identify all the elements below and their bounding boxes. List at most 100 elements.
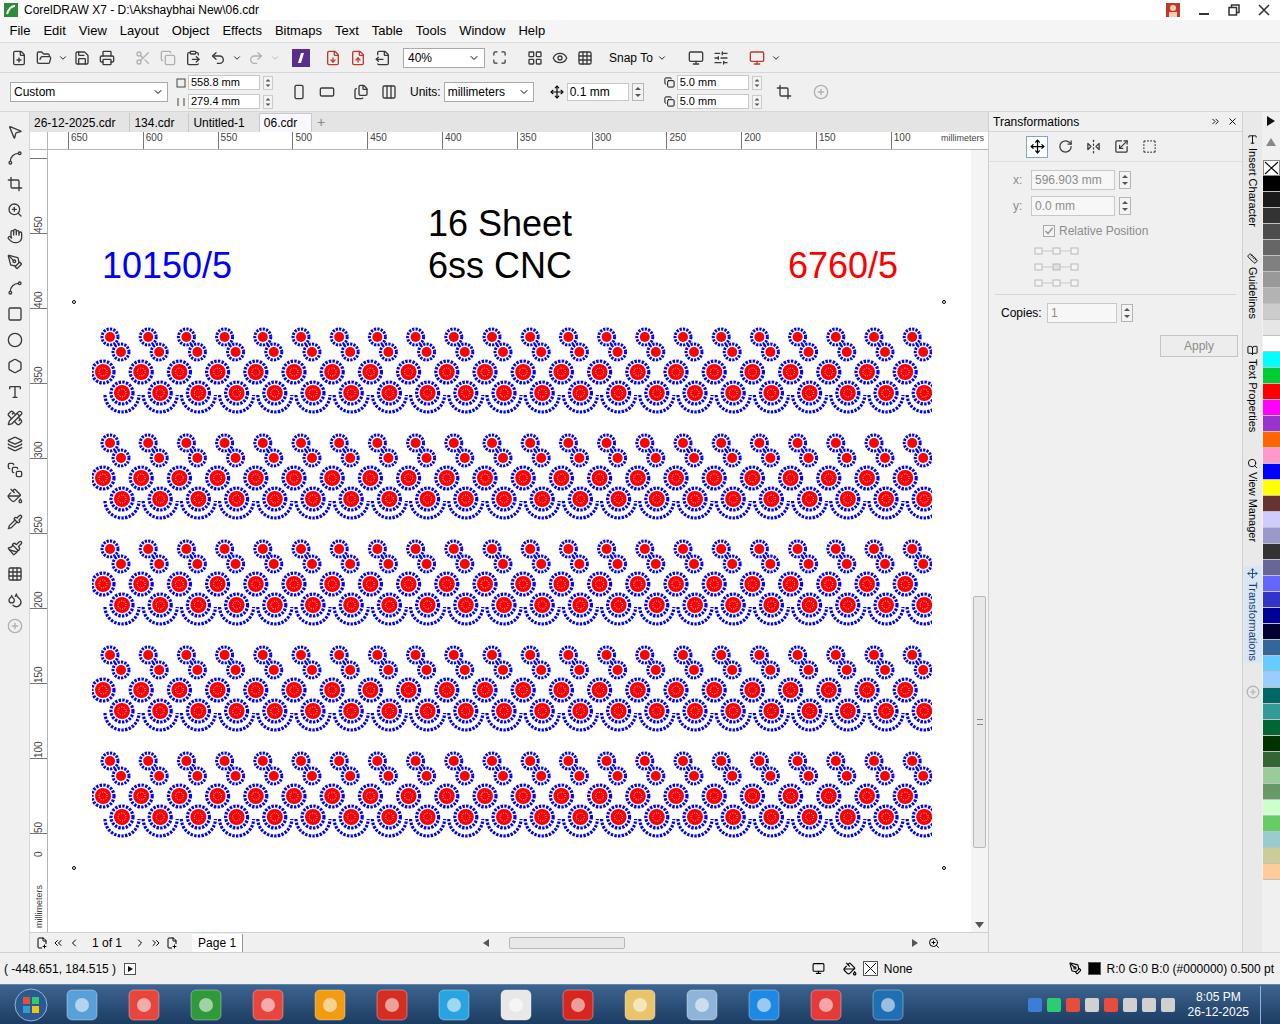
text-properties-icon[interactable] <box>1247 345 1258 356</box>
units-select[interactable]: millimeters <box>444 82 534 102</box>
scroll-right-icon[interactable] <box>912 939 918 947</box>
color-swatch[interactable] <box>1263 512 1280 528</box>
color-swatch[interactable] <box>1263 768 1280 784</box>
menu-item[interactable]: Help <box>512 22 552 40</box>
import-icon[interactable] <box>325 50 341 66</box>
color-swatch[interactable] <box>1263 864 1280 880</box>
status-menu-icon[interactable] <box>124 963 136 975</box>
checkbox-icon[interactable] <box>1043 225 1055 237</box>
current-page-icon[interactable] <box>381 84 397 100</box>
spinner-icon[interactable] <box>752 94 762 108</box>
dot-pattern-strip[interactable] <box>92 327 932 415</box>
docker-tab[interactable]: Text Properties <box>1244 343 1262 434</box>
publish-pdf-icon[interactable] <box>375 50 391 66</box>
color-swatch[interactable] <box>1263 736 1280 752</box>
color-swatch[interactable] <box>1263 400 1280 416</box>
color-swatch[interactable] <box>1263 496 1280 512</box>
crop-tool-icon[interactable] <box>7 176 23 192</box>
page-tab[interactable]: Page 1 <box>192 934 243 952</box>
save-icon[interactable] <box>74 50 90 66</box>
search-content-icon[interactable] <box>292 49 310 67</box>
user-icon[interactable] <box>1166 3 1180 17</box>
pan-tool-icon[interactable] <box>7 228 23 244</box>
artistic-media-icon[interactable] <box>7 280 23 296</box>
document-tab[interactable]: 26-12-2025.cdr <box>30 113 130 132</box>
interactive-fill-icon[interactable] <box>7 540 23 556</box>
menu-item[interactable]: Tools <box>409 22 452 40</box>
new-document-icon[interactable] <box>11 50 27 66</box>
menu-item[interactable]: Edit <box>37 22 72 40</box>
document-tab[interactable]: 134.cdr <box>130 113 189 132</box>
redo-list-icon[interactable] <box>270 53 280 63</box>
dimension-tool-icon[interactable] <box>7 410 23 426</box>
size-mode-icon[interactable] <box>1114 139 1129 154</box>
guidelines-icon[interactable] <box>1247 253 1258 264</box>
coreldraw-app-icon[interactable] <box>190 989 222 1021</box>
color-swatch[interactable] <box>1263 432 1280 448</box>
page-preset-select[interactable]: Custom <box>10 82 168 102</box>
cut-icon[interactable] <box>135 50 151 66</box>
color-swatch[interactable] <box>1263 576 1280 592</box>
color-swatch[interactable] <box>1263 544 1280 560</box>
full-screen-preview-icon[interactable] <box>527 50 543 66</box>
tray-icon[interactable] <box>1028 998 1042 1012</box>
collapse-docker-icon[interactable] <box>1210 116 1221 127</box>
snap-to-button[interactable]: Snap To <box>605 47 671 69</box>
menu-item[interactable]: Bitmaps <box>268 22 328 40</box>
x-field[interactable]: 596.903 mm <box>1031 170 1115 190</box>
docker-tab[interactable]: Transformations <box>1244 566 1262 663</box>
pattern-group[interactable] <box>92 327 971 839</box>
nudge-field[interactable]: 0.1 mm <box>567 83 629 101</box>
shape-tool-icon[interactable] <box>7 150 23 166</box>
color-swatch[interactable] <box>1263 608 1280 624</box>
spinner-icon[interactable] <box>263 75 273 89</box>
open-icon[interactable] <box>36 50 52 66</box>
menu-item[interactable]: Layout <box>113 22 165 40</box>
welcome-screen-icon[interactable] <box>688 50 704 66</box>
color-swatch[interactable] <box>1263 240 1280 256</box>
page-width-field[interactable]: 558.8 mm <box>188 75 260 90</box>
color-swatch[interactable] <box>1263 304 1280 320</box>
scroll-down-icon[interactable] <box>975 922 984 928</box>
clock[interactable]: 8:05 PM26-12-2025 <box>1188 990 1249 1020</box>
print-icon[interactable] <box>99 50 115 66</box>
close-icon[interactable] <box>1258 4 1270 16</box>
open-recent-icon[interactable] <box>58 53 68 63</box>
color-swatch[interactable] <box>1263 464 1280 480</box>
last-page-icon[interactable] <box>150 937 162 949</box>
insert-character-icon[interactable] <box>1247 134 1258 145</box>
color-swatch[interactable] <box>1263 416 1280 432</box>
menu-item[interactable]: Table <box>365 22 409 40</box>
spinner-icon[interactable] <box>632 83 644 101</box>
menu-item[interactable]: Window <box>453 22 512 40</box>
previous-page-icon[interactable] <box>68 937 80 949</box>
preset-dropdown-icon[interactable] <box>152 86 164 98</box>
color-swatch[interactable] <box>1263 256 1280 272</box>
color-swatch[interactable] <box>1263 272 1280 288</box>
tray-icon[interactable] <box>1123 998 1137 1012</box>
scale-mirror-mode-icon[interactable] <box>1086 139 1101 154</box>
spinner-icon[interactable] <box>752 75 762 89</box>
dot-pattern-strip[interactable] <box>92 539 932 627</box>
show-desktop-button[interactable] <box>1260 986 1270 1024</box>
palette-menu-icon[interactable] <box>1267 116 1275 126</box>
color-swatch[interactable] <box>1263 672 1280 688</box>
pick-tool-icon[interactable] <box>7 124 23 140</box>
text-tool-icon[interactable] <box>7 384 23 400</box>
dot-pattern-strip[interactable] <box>92 645 932 733</box>
units-dropdown-icon[interactable] <box>518 86 530 98</box>
page-height-field[interactable]: 279.4 mm <box>188 94 260 109</box>
insert-page-after-icon[interactable] <box>166 937 178 949</box>
anchor-grid-icon[interactable] <box>1033 246 1083 288</box>
ellipse-tool-icon[interactable] <box>7 332 23 348</box>
color-swatch[interactable] <box>1263 800 1280 816</box>
menu-item[interactable]: File <box>3 22 37 40</box>
color-swatch[interactable] <box>1263 656 1280 672</box>
color-swatch[interactable] <box>1263 336 1280 352</box>
color-swatch[interactable] <box>1263 288 1280 304</box>
new-tab-button[interactable]: + <box>312 113 330 132</box>
color-swatch[interactable] <box>1263 528 1280 544</box>
chrome-app-icon[interactable] <box>128 989 160 1021</box>
color-swatch[interactable] <box>1263 560 1280 576</box>
position-mode-icon[interactable] <box>1030 139 1045 154</box>
